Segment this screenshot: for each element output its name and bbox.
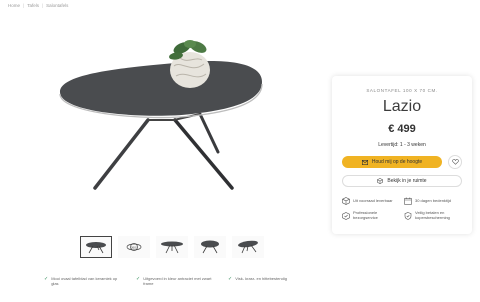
feature-item: ✓ Uitgevoerd in kleur antraciet met zwar… [136,276,216,286]
thumbnail-5[interactable] [232,236,264,258]
box-icon [342,197,350,205]
feature-text: Mooi ovaal tafelblad van keramiek op gla… [51,276,118,287]
thumbnail-3[interactable] [156,236,188,258]
usp-item: Uit voorraad leverbaar [342,197,400,205]
calendar-icon [404,197,412,205]
shield-icon [404,211,412,220]
usp-list: Uit voorraad leverbaar 30 dagen bedenkti… [342,197,462,221]
breadcrumb-salontafels[interactable]: Salontafels [46,3,68,8]
feature-item: ✓ Mooi ovaal tafelblad van keramiek op g… [44,276,124,286]
notify-button-label: Houd mij op de hoogte [371,159,423,165]
breadcrumb-separator: | [41,3,44,8]
view-in-room-button[interactable]: Bekijk in je ruimte [342,175,462,187]
breadcrumb-separator: | [23,3,25,8]
usp-text: Professionele bezorgservice [353,210,378,220]
check-icon: ✓ [136,276,141,282]
table-illustration [59,40,263,190]
thumbnail-4[interactable] [194,236,226,258]
table-thumbnail-icon [86,242,106,254]
thumbnail-1[interactable] [80,236,112,258]
feature-text: Visk- krasr- en hittebestendig [235,276,287,281]
thumbnail-gallery: 360° [80,236,264,258]
view-in-room-label: Bekijk in je ruimte [387,178,427,184]
favorite-button[interactable] [448,155,462,169]
usp-item: Professionele bezorgservice [342,210,400,221]
check-icon: ✓ [228,276,233,282]
breadcrumb-home[interactable]: Home [8,3,20,8]
usp-item: 30 dagen bedenktijd [404,197,462,205]
product-price: € 499 [388,123,416,135]
feature-item: ✓ Visk- krasr- en hittebestendig [228,276,308,286]
badge-360: 360° [131,245,138,249]
breadcrumb-tafels[interactable]: Tafels [27,3,39,8]
feature-text: Uitgevoerd in kleur antraciet met zwart … [143,276,212,287]
breadcrumb: Home | Tafels | Salontafels [8,3,68,8]
usp-text: Veilig betalen en kopersbescherming [415,210,450,220]
table-thumbnail-icon [161,241,183,254]
product-image[interactable] [0,10,320,228]
usp-item: Veilig betalen en kopersbescherming [404,210,462,221]
product-title: Lazio [382,98,422,115]
delivery-icon [342,211,350,220]
product-subtitle: SALONTAFEL 100 X 70 CM. [366,88,438,93]
feature-list: ✓ Mooi ovaal tafelblad van keramiek op g… [44,276,308,286]
usp-text: 30 dagen bedenktijd [415,197,452,203]
heart-icon [451,159,459,165]
thumbnail-360[interactable]: 360° [118,236,150,258]
usp-text: Uit voorraad leverbaar [353,197,393,203]
check-icon: ✓ [44,276,49,282]
notify-button[interactable]: Houd mij op de hoogte [342,156,442,168]
mail-icon [361,159,368,165]
cube-icon [377,178,384,184]
table-thumbnail-icon [201,240,219,254]
product-info-card: SALONTAFEL 100 X 70 CM. Lazio € 499 Leve… [332,76,472,234]
rotate-360-icon: 360° [126,243,142,251]
table-thumbnail-icon [238,240,258,254]
delivery-time: Levertijd: 1 - 3 weken [378,142,426,148]
